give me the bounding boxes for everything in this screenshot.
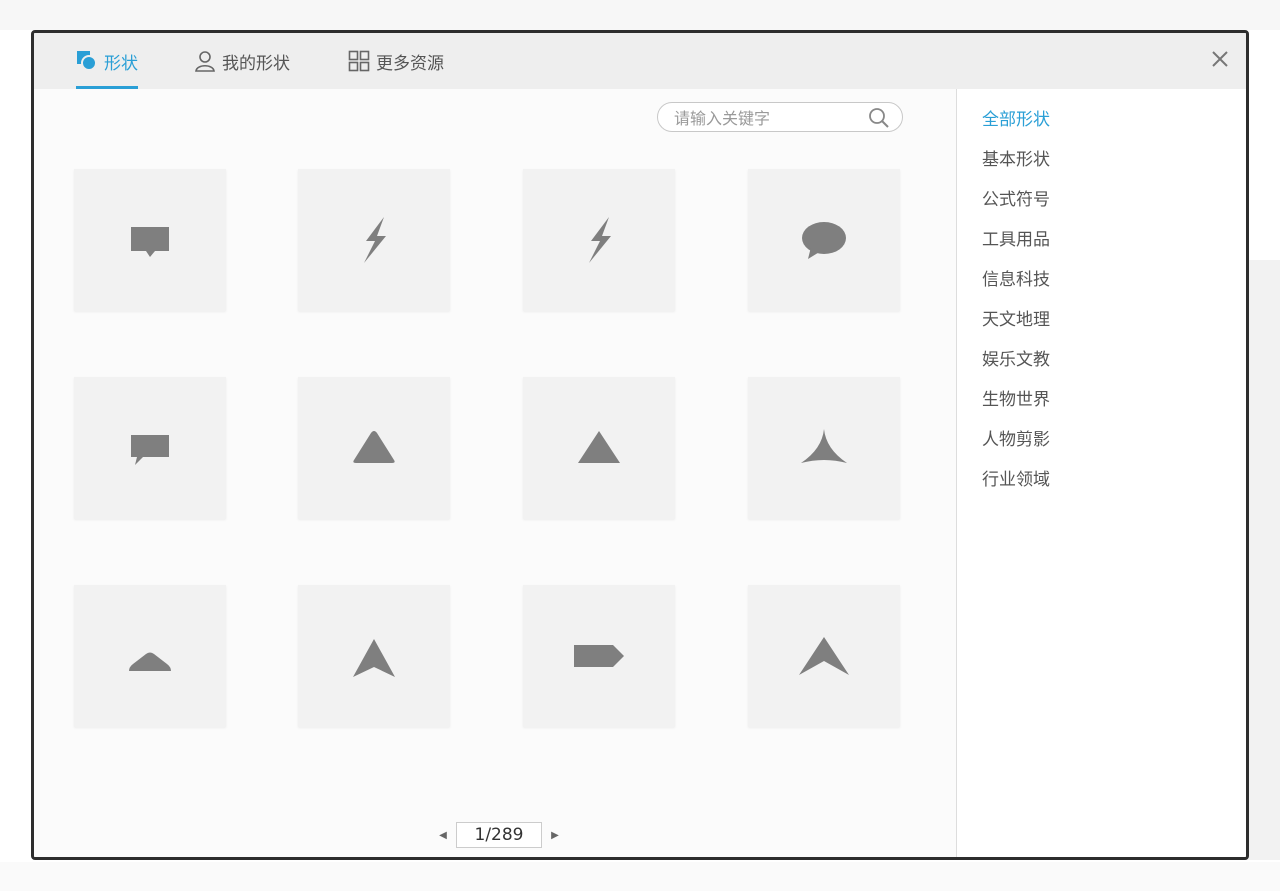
rounded-triangle-icon [353,431,395,463]
shape-card[interactable] [748,377,900,519]
category-item-silhouette[interactable]: 人物剪影 [982,427,1050,467]
chevron-up-arrow-icon [799,637,849,675]
page-number-field[interactable]: 1/289 [456,822,542,848]
shape-card[interactable] [74,169,226,311]
user-icon [194,50,216,72]
shape-browser: ◀ 1/289 ▶ [34,89,956,857]
shape-card[interactable] [298,377,450,519]
close-button[interactable] [1208,47,1232,71]
shape-card[interactable] [523,585,675,727]
arrowhead-icon [353,639,395,677]
search-box [657,102,903,132]
shape-card[interactable] [748,169,900,311]
category-sidebar: 全部形状 基本形状 公式符号 工具用品 信息科技 天文地理 娱乐文教 生物世界 … [956,89,1246,857]
chevron-left-icon: ◀ [439,829,447,841]
tab-shapes-label: 形状 [104,53,138,74]
background-strip-right [1245,260,1280,860]
category-item-basic[interactable]: 基本形状 [982,147,1050,187]
shape-card[interactable] [74,585,226,727]
shapes-icon [76,50,98,72]
chevron-right-icon: ▶ [551,829,559,841]
lightning-bolt-icon [364,217,386,263]
shape-card[interactable] [298,585,450,727]
background-strip-bottom [0,862,1280,891]
category-item-astro-geo[interactable]: 天文地理 [982,307,1050,347]
category-item-tools[interactable]: 工具用品 [982,227,1050,267]
tag-pentagon-icon [574,645,624,667]
category-item-tech[interactable]: 信息科技 [982,267,1050,307]
search-input[interactable] [672,106,856,130]
shape-library-dialog: 形状 我的形状 更多资源 请输入关键字 ◀ 1/289 ▶ 全部形状 基本形状 … [31,30,1249,860]
category-item-formula[interactable]: 公式符号 [982,187,1050,227]
category-list: 全部形状 基本形状 公式符号 工具用品 信息科技 天文地理 娱乐文教 生物世界 … [982,107,1050,507]
tab-shapes[interactable]: 形状 [76,33,138,89]
shape-card[interactable] [523,377,675,519]
shape-card[interactable] [523,169,675,311]
tab-my-shapes-label: 我的形状 [222,53,290,74]
curved-star-point-icon [801,429,847,463]
tab-more-resources[interactable]: 更多资源 [348,33,444,89]
rounded-mound-icon [129,652,171,671]
close-icon [1212,51,1228,67]
speech-bubble-oval-icon [802,222,846,259]
category-item-entertainment[interactable]: 娱乐文教 [982,347,1050,387]
triangle-icon [578,431,620,463]
shape-card[interactable] [298,169,450,311]
lightning-bolt-icon [589,217,611,263]
tab-more-resources-label: 更多资源 [376,53,444,74]
pagination: ◀ 1/289 ▶ [434,821,564,849]
grid-icon [348,50,370,72]
tab-my-shapes[interactable]: 我的形状 [194,33,290,89]
prev-page-button[interactable]: ◀ [434,821,452,849]
category-item-biology[interactable]: 生物世界 [982,387,1050,427]
shape-card[interactable] [748,585,900,727]
speech-bubble-rect-icon [131,227,169,257]
speech-bubble-rect-icon [131,435,169,465]
category-item-all[interactable]: 全部形状 [982,107,1050,147]
category-item-industry[interactable]: 行业领域 [982,467,1050,507]
search-icon[interactable] [868,107,890,129]
tab-bar: 形状 我的形状 更多资源 [34,33,1246,89]
shape-card[interactable] [74,377,226,519]
next-page-button[interactable]: ▶ [546,821,564,849]
background-strip-top [0,0,1280,30]
